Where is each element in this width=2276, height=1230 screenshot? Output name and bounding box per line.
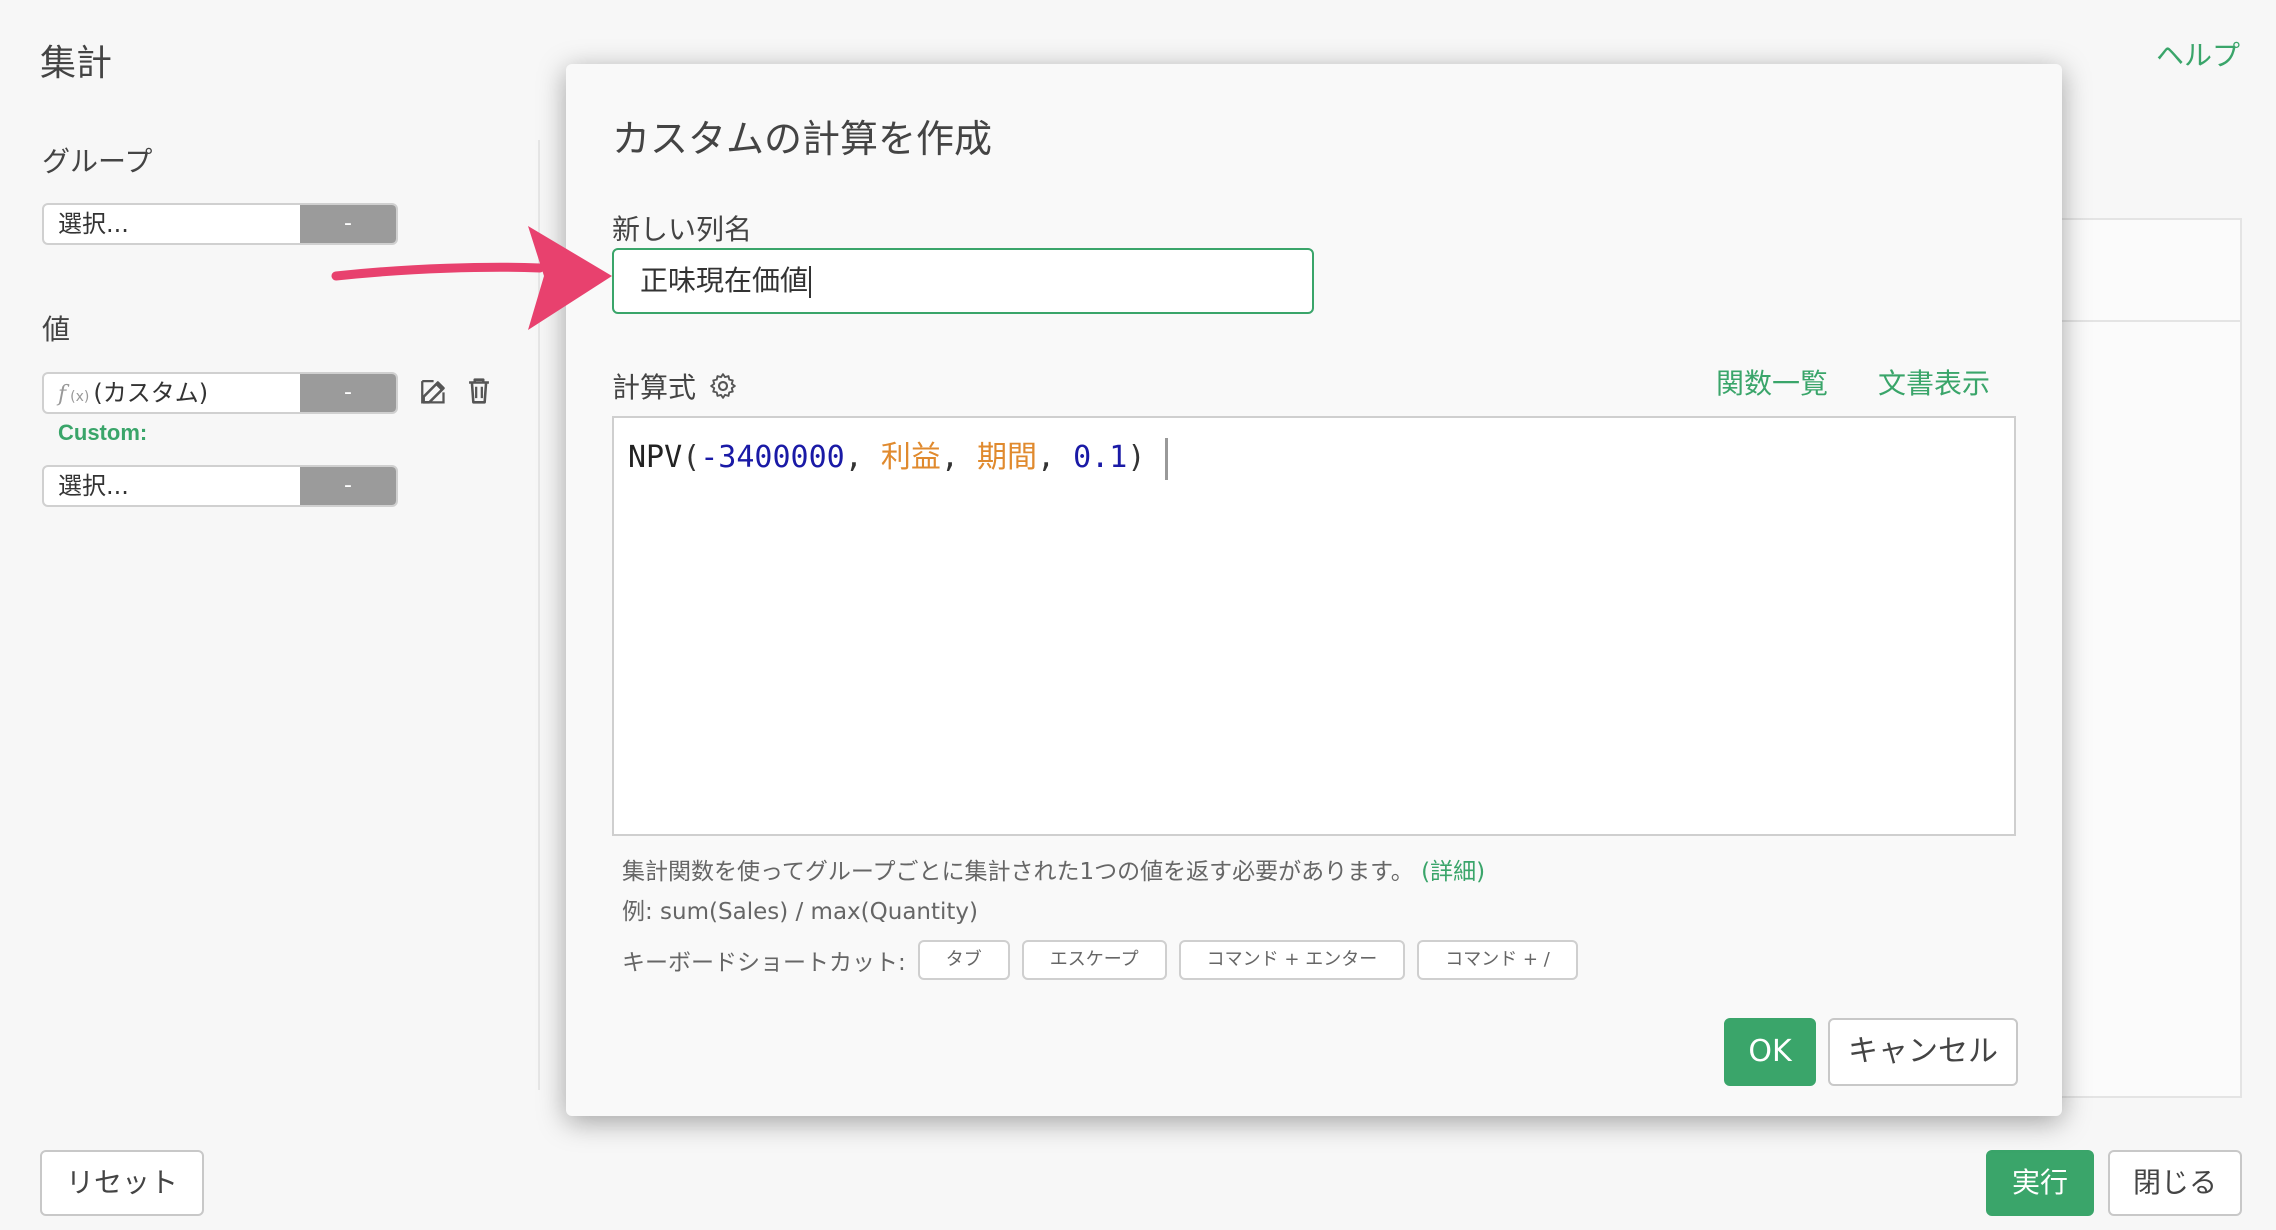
formula-editor[interactable]: NPV(-3400000, 利益, 期間, 0.1) (612, 416, 2016, 836)
shortcut-tab: タブ (917, 940, 1010, 980)
shortcut-label: キーボードショートカット: (622, 950, 906, 976)
annotation-arrow-icon (331, 226, 612, 330)
modal-title: カスタムの計算を作成 (612, 117, 993, 161)
code-column-ref: 利益 (880, 440, 941, 475)
value-select[interactable]: f (x) (カスタム) - (42, 372, 398, 414)
edit-icon[interactable] (418, 374, 452, 408)
value-select-2-button[interactable]: - (300, 467, 396, 505)
column-name-value: 正味現在価値 (640, 264, 809, 297)
close-button[interactable]: 閉じる (2108, 1150, 2242, 1216)
value-select-2[interactable]: 選択... - (42, 465, 398, 507)
value-select-text: (カスタム) (93, 379, 209, 407)
code-paren-close: ) (1127, 440, 1146, 475)
functions-list-link[interactable]: 関数一覧 (1716, 362, 1828, 402)
code-paren-open: ( (682, 440, 701, 475)
cancel-button[interactable]: キャンセル (1828, 1018, 2018, 1086)
help-link[interactable]: ヘルプ (2156, 34, 2240, 74)
code-separator: , (940, 440, 977, 475)
fx-icon: f (58, 382, 67, 407)
editor-caret (1165, 437, 1169, 480)
value-select-value: f (x) (カスタム) (44, 374, 300, 412)
shortcut-escape: エスケープ (1021, 940, 1167, 980)
hint-line: 集計関数を使ってグループごとに集計された1つの値を返す必要があります。 (詳細) (622, 852, 1485, 886)
code-number: -3400000 (700, 440, 845, 475)
page-title: 集計 (40, 43, 113, 84)
reset-button[interactable]: リセット (40, 1150, 204, 1216)
group-select-value: 選択... (58, 210, 129, 238)
code-function: NPV (628, 440, 683, 475)
gear-icon[interactable] (708, 371, 738, 401)
shortcut-row: キーボードショートカット: タブ エスケープ コマンド + エンター コマンド … (622, 940, 1578, 980)
code-separator: , (1037, 440, 1074, 475)
hint-detail-link[interactable]: (詳細) (1421, 859, 1485, 885)
docs-link[interactable]: 文書表示 (1878, 362, 1990, 402)
fx-sub-icon: (x) (70, 389, 90, 405)
code-separator: , (844, 440, 881, 475)
run-button[interactable]: 実行 (1986, 1150, 2094, 1216)
value-select-button[interactable]: - (300, 374, 396, 412)
formula-code-line: NPV(-3400000, 利益, 期間, 0.1) (628, 432, 1169, 480)
custom-label: Custom: (58, 420, 148, 445)
hint-text: 集計関数を使ってグループごとに集計された1つの値を返す必要があります。 (622, 859, 1414, 885)
code-column-ref: 期間 (977, 440, 1037, 475)
shortcut-cmd-enter: コマンド + エンター (1178, 940, 1406, 980)
group-label: グループ (42, 145, 153, 178)
code-number: 0.1 (1073, 440, 1128, 475)
example-text: 例: sum(Sales) / max(Quantity) (622, 899, 979, 925)
formula-label-row: 計算式 (612, 366, 738, 406)
ok-button[interactable]: OK (1724, 1018, 1816, 1086)
value-select-2-value: 選択... (58, 472, 129, 500)
custom-calc-modal: カスタムの計算を作成 新しい列名 正味現在価値 計算式 関数一覧 文書表示 NP… (566, 64, 2062, 1116)
text-caret (809, 266, 812, 298)
shortcut-cmd-slash: コマンド + / (1417, 940, 1578, 980)
trash-icon[interactable] (462, 374, 496, 408)
column-name-label: 新しい列名 (612, 213, 753, 246)
value-label: 値 (42, 313, 71, 346)
formula-label: 計算式 (612, 371, 697, 404)
column-name-input[interactable]: 正味現在価値 (612, 248, 1314, 314)
